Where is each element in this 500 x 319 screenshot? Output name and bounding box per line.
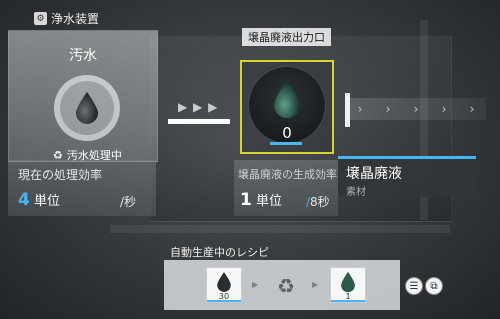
- recipe-input-slot[interactable]: 30: [206, 267, 242, 303]
- rate-per: /8秒: [306, 195, 330, 209]
- facility-title: 浄水装置: [51, 12, 100, 26]
- slot-underline: [331, 300, 365, 302]
- item-tooltip: 壌晶廃液 素材: [338, 156, 476, 198]
- input-flow-arrows: ▶ ▶ ▶: [178, 100, 219, 114]
- facility-icon: ⚙: [34, 12, 47, 25]
- flow-arrow-icon: ▶: [312, 280, 319, 289]
- input-panel[interactable]: 汚水 ♻ 汚水処理中: [8, 30, 158, 162]
- sewage-drop-icon: [76, 92, 98, 124]
- flow-arrow-icon: ▶: [252, 280, 259, 289]
- facility-header: ⚙ 浄水装置: [34, 10, 99, 27]
- output-count: 0: [282, 124, 292, 142]
- recycle-icon: ♻: [277, 274, 295, 298]
- switch-icon: ⧉: [430, 280, 438, 292]
- rate-value: 1 単位: [240, 190, 282, 210]
- tooltip-subtitle: 素材: [346, 187, 366, 198]
- output-rate-panel: 壌晶廃液の生成効率 1 単位 /8秒: [234, 160, 338, 216]
- output-label: 壌晶廃液出力口: [242, 28, 331, 46]
- efficiency-per-sec: /秒: [120, 195, 137, 209]
- efficiency-label: 現在の処理効率: [18, 168, 103, 182]
- recipe-label: 自動生産中のレシピ: [170, 246, 269, 259]
- output-count-bar: [270, 142, 302, 145]
- slot-underline: [207, 300, 241, 302]
- waste-liquid-drop-icon: [274, 80, 300, 118]
- input-efficiency-panel: 現在の処理効率 4 単位 /秒: [8, 160, 156, 216]
- efficiency-value: 4 単位: [18, 190, 60, 210]
- input-item-name: 汚水: [69, 48, 97, 64]
- recipe-output-slot[interactable]: 1: [330, 267, 366, 303]
- recipe-info-button[interactable]: ☰: [405, 277, 423, 295]
- waste-liquid-drop-icon: [341, 271, 355, 293]
- input-progress-bar: [168, 119, 230, 124]
- sewage-drop-icon: [217, 272, 231, 292]
- recipe-switch-button[interactable]: ⧉: [425, 277, 443, 295]
- book-icon: ☰: [409, 280, 419, 292]
- rate-label: 壌晶廃液の生成効率: [238, 168, 337, 181]
- output-flow-arrows: › › › › ›: [346, 98, 486, 120]
- pipe-decoration: [110, 225, 450, 233]
- tooltip-name: 壌晶廃液: [346, 166, 402, 182]
- input-slot[interactable]: [54, 75, 120, 141]
